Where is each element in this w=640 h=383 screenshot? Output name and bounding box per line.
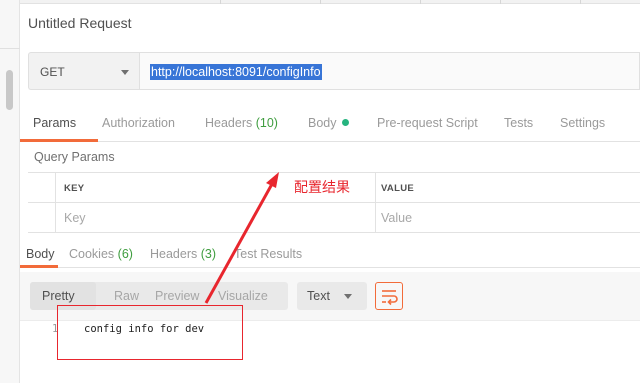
query-params-title: Query Params	[34, 150, 115, 164]
value-column-header: VALUE	[381, 183, 414, 194]
tab-settings[interactable]: Settings	[560, 116, 605, 130]
tab-body[interactable]: Body	[308, 116, 349, 130]
sidebar-scrollbar[interactable]	[6, 70, 13, 110]
chevron-down-icon	[121, 70, 129, 75]
response-tab-test-results[interactable]: Test Results	[234, 247, 302, 261]
tab-tests[interactable]: Tests	[504, 116, 533, 130]
response-active-underline	[20, 265, 58, 268]
active-tab-underline	[20, 139, 98, 142]
left-sidebar-strip	[0, 0, 20, 383]
request-title[interactable]: Untitled Request	[28, 15, 132, 31]
method-label: GET	[40, 65, 65, 79]
url-bar: GET http://localhost:8091/configInfo	[28, 52, 640, 90]
wrap-lines-icon	[382, 290, 398, 306]
response-tab-headers[interactable]: Headers (3)	[150, 247, 216, 261]
response-headers-count: (3)	[200, 247, 217, 261]
highlight-box	[57, 305, 243, 360]
strip-divider	[0, 48, 20, 49]
annotation-label: 配置结果	[294, 179, 350, 195]
value-input[interactable]: Value	[381, 211, 412, 225]
raw-button[interactable]: Raw	[114, 289, 139, 303]
tab-params[interactable]: Params	[33, 116, 76, 130]
method-select[interactable]: GET	[28, 52, 139, 90]
cookies-count: (6)	[117, 247, 133, 261]
preview-button[interactable]: Preview	[155, 289, 199, 303]
tab-pre-request-script[interactable]: Pre-request Script	[377, 116, 478, 130]
table-row: Key Value	[28, 203, 640, 233]
body-indicator-dot	[341, 119, 349, 126]
response-tabs: Body Cookies (6) Headers (3) Test Result…	[20, 240, 640, 268]
key-column-header: KEY	[64, 183, 85, 194]
chevron-down-icon	[344, 294, 352, 299]
key-input[interactable]: Key	[64, 211, 86, 225]
url-text: http://localhost:8091/configInfo	[150, 64, 322, 80]
tab-authorization[interactable]: Authorization	[102, 116, 175, 130]
pretty-button[interactable]: Pretty	[42, 289, 75, 303]
format-select[interactable]: Text	[297, 282, 367, 310]
wrap-lines-button[interactable]	[375, 282, 403, 310]
request-tabs: Params Authorization Headers (10) Body P…	[20, 106, 640, 142]
response-tab-cookies[interactable]: Cookies (6)	[69, 247, 133, 261]
visualize-button[interactable]: Visualize	[218, 289, 268, 303]
format-label: Text	[307, 289, 330, 303]
url-input[interactable]: http://localhost:8091/configInfo	[139, 52, 640, 90]
headers-count: (10)	[255, 116, 278, 130]
tab-headers[interactable]: Headers (10)	[205, 116, 278, 130]
response-tab-body[interactable]: Body	[26, 247, 55, 261]
top-tab-strip	[20, 0, 640, 4]
